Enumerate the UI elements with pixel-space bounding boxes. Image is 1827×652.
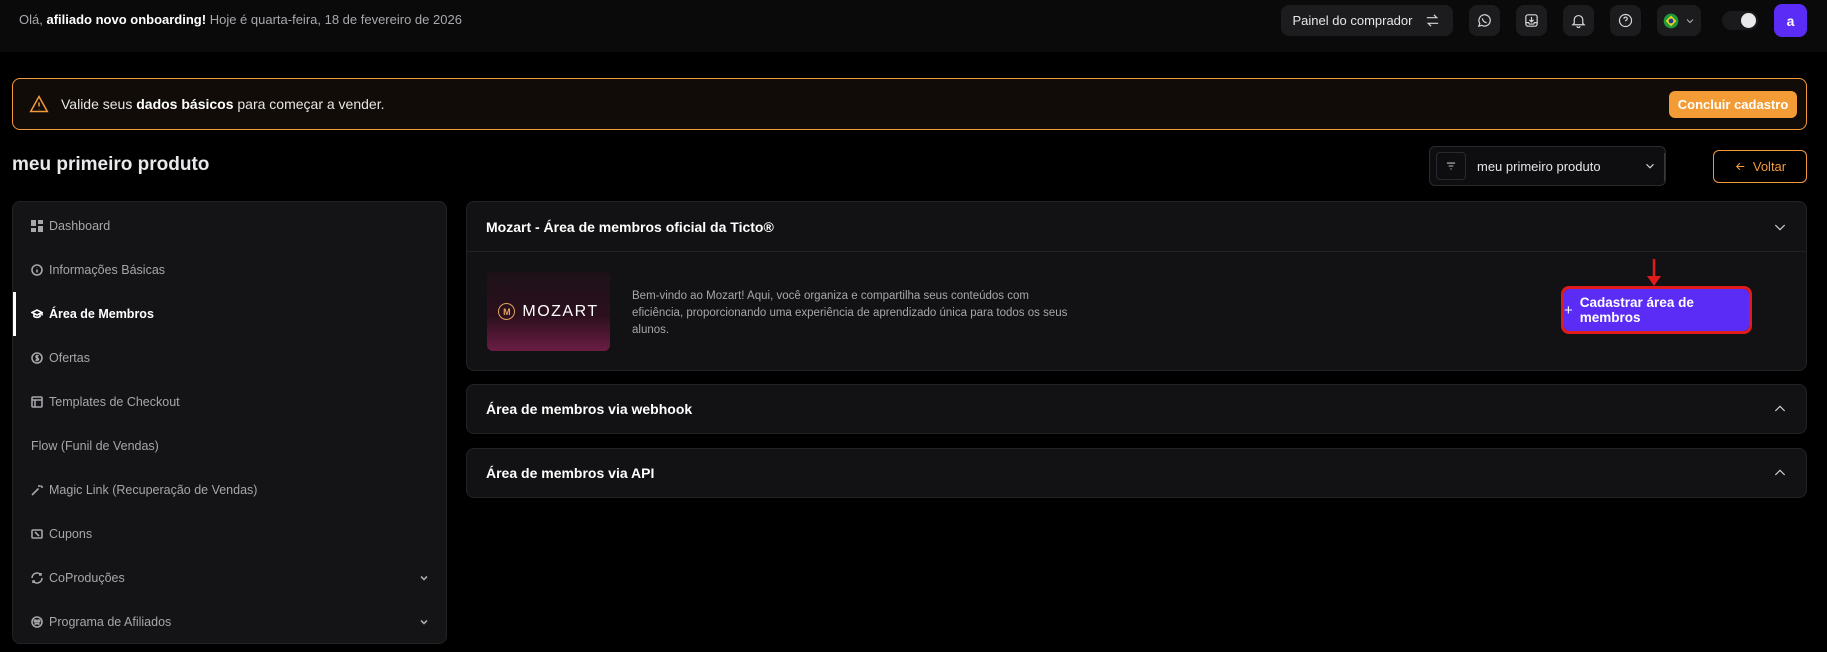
buyer-panel-label: Painel do comprador <box>1292 13 1413 28</box>
alert-message: Valide seus dados básicos para começar a… <box>61 96 384 112</box>
sidebar-item-label: Informações Básicas <box>49 263 166 277</box>
info-icon <box>31 264 43 276</box>
sidebar-item-affiliates[interactable]: Programa de Afiliados <box>13 600 446 643</box>
select-divider <box>1664 153 1665 181</box>
alert-text-prefix: Valide seus <box>61 96 133 112</box>
brazil-flag-icon <box>1663 13 1678 28</box>
whatsapp-icon <box>1477 14 1491 28</box>
chevron-up-icon[interactable] <box>1772 401 1788 417</box>
template-icon <box>31 396 43 408</box>
mozart-logo: M MOZART <box>487 272 610 351</box>
sidebar-item-coupons[interactable]: Cupons <box>13 512 446 556</box>
alert-text-bold: dados básicos <box>136 96 234 112</box>
product-select-value: meu primeiro produto <box>1477 159 1601 174</box>
help-button[interactable] <box>1610 5 1641 36</box>
affiliates-icon <box>31 616 43 628</box>
filter-icon <box>1446 162 1456 170</box>
notifications-button[interactable] <box>1563 5 1594 36</box>
api-panel[interactable]: Área de membros via API <box>466 448 1807 498</box>
top-bar: Olá, afiliado novo onboarding! Hoje é qu… <box>0 0 1827 52</box>
sidebar-item-label: Templates de Checkout <box>49 395 180 409</box>
warning-icon <box>29 94 49 113</box>
sidebar-item-label: Dashboard <box>49 219 111 233</box>
back-label: Voltar <box>1752 159 1787 174</box>
sidebar-item-label: Flow (Funil de Vendas) <box>31 439 159 453</box>
magic-wand-icon <box>31 484 43 496</box>
alert-text-suffix: para começar a vender. <box>237 96 385 112</box>
product-select[interactable]: meu primeiro produto <box>1429 146 1666 186</box>
panel-divider <box>467 251 1806 252</box>
sidebar-item-label: CoProduções <box>49 571 125 585</box>
language-selector[interactable] <box>1657 5 1701 36</box>
swap-icon <box>1427 14 1439 27</box>
coupon-icon <box>31 529 43 539</box>
greeting-date: Hoje é quarta-feira, 18 de fevereiro de … <box>209 12 462 27</box>
chevron-up-icon[interactable] <box>1772 465 1788 481</box>
sidebar-item-checkout-templates[interactable]: Templates de Checkout <box>13 380 446 424</box>
filter-button[interactable] <box>1436 152 1466 180</box>
sidebar-item-coproductions[interactable]: CoProduções <box>13 556 446 600</box>
register-members-area-button[interactable]: + Cadastrar área de membros <box>1561 286 1752 334</box>
validation-alert: Valide seus dados básicos para começar a… <box>12 78 1807 130</box>
downloads-button[interactable] <box>1516 5 1547 36</box>
webhook-panel[interactable]: Área de membros via webhook <box>466 384 1807 434</box>
chevron-down-icon <box>1686 18 1693 23</box>
dashboard-icon <box>31 220 43 232</box>
api-panel-title: Área de membros via API <box>486 465 655 481</box>
red-arrow-annotation <box>1647 259 1661 286</box>
user-avatar[interactable]: a <box>1774 4 1807 37</box>
sidebar-item-members-area[interactable]: Área de Membros <box>13 292 446 336</box>
complete-registration-button[interactable]: Concluir cadastro <box>1669 91 1797 118</box>
chevron-down-icon <box>420 575 428 581</box>
sidebar-item-basic-info[interactable]: Informações Básicas <box>13 248 446 292</box>
back-button[interactable]: Voltar <box>1713 150 1807 183</box>
register-button-label: Cadastrar área de membros <box>1579 295 1694 325</box>
greeting-name: afiliado novo onboarding! <box>46 12 207 27</box>
theme-toggle-knob <box>1741 13 1756 28</box>
sidebar-item-flow[interactable]: Flow (Funil de Vendas) <box>13 424 446 468</box>
sidebar-item-magic-link[interactable]: Magic Link (Recuperação de Vendas) <box>13 468 446 512</box>
buyer-panel-button[interactable]: Painel do comprador <box>1281 5 1453 36</box>
plus-icon: + <box>1564 301 1573 319</box>
sidebar-item-label: Ofertas <box>49 351 90 365</box>
mozart-description: Bem-vindo ao Mozart! Aqui, você organiza… <box>632 290 1068 336</box>
chevron-down-icon[interactable] <box>1643 159 1657 173</box>
product-sidebar: Dashboard Informações Básicas Área de Me… <box>12 201 447 644</box>
sidebar-item-label: Programa de Afiliados <box>49 615 172 629</box>
page-title: meu primeiro produto <box>12 154 210 175</box>
mozart-logo-mark: M <box>498 303 516 320</box>
webhook-panel-title: Área de membros via webhook <box>486 401 693 417</box>
coproduction-icon <box>31 572 43 584</box>
help-icon <box>1618 13 1633 28</box>
chevron-down-icon[interactable] <box>1772 219 1788 235</box>
sidebar-item-offers[interactable]: Ofertas <box>13 336 446 380</box>
theme-toggle[interactable] <box>1722 11 1758 30</box>
sidebar-item-dashboard[interactable]: Dashboard <box>13 204 446 248</box>
mozart-logo-text: MOZART <box>522 302 599 320</box>
greeting: Olá, afiliado novo onboarding! Hoje é qu… <box>19 12 462 27</box>
graduation-cap-icon <box>31 309 43 319</box>
sidebar-item-label: Cupons <box>49 527 93 541</box>
bell-icon <box>1571 14 1586 29</box>
greeting-prefix: Olá, <box>19 12 43 27</box>
arrow-left-icon <box>1735 162 1745 171</box>
mozart-panel-title: Mozart - Área de membros oficial da Tict… <box>486 219 774 235</box>
dollar-icon <box>31 352 43 364</box>
chevron-down-icon <box>420 619 428 625</box>
sidebar-item-label: Magic Link (Recuperação de Vendas) <box>49 483 258 497</box>
sidebar-item-label: Área de Membros <box>49 307 154 321</box>
mozart-panel: Mozart - Área de membros oficial da Tict… <box>466 201 1807 371</box>
whatsapp-button[interactable] <box>1469 5 1500 36</box>
inbox-download-icon <box>1525 14 1538 27</box>
